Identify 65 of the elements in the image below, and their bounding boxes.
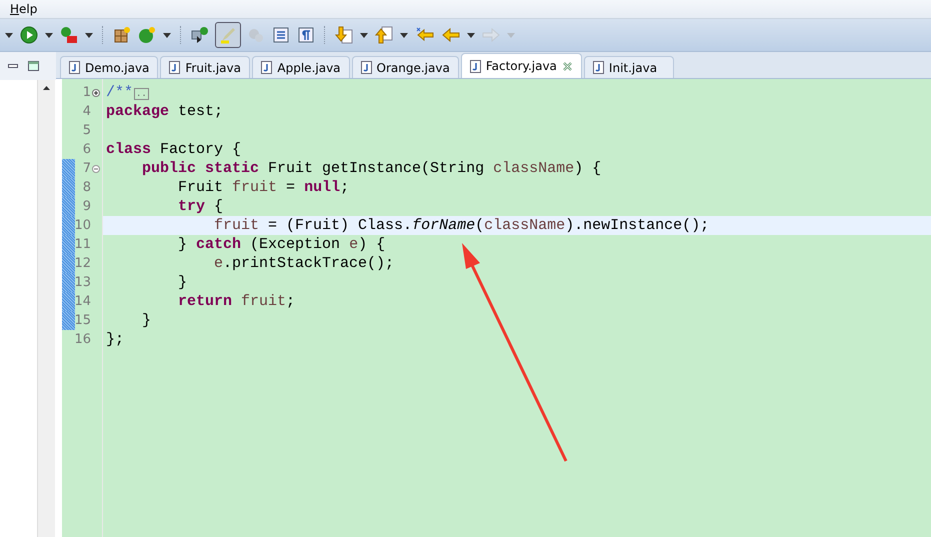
code-line: e.printStackTrace(); [213,255,394,272]
dropdown-caret-icon[interactable] [360,32,368,38]
line-number: 13 [74,275,91,290]
back-arrow-icon[interactable] [442,26,460,44]
editor-tab[interactable]: Apple.java [252,56,350,78]
editor-tab[interactable]: Demo.java [60,56,158,78]
dropdown-caret-icon[interactable] [400,32,408,38]
java-file-icon [360,61,372,74]
code-line: try { [177,198,224,215]
java-file-icon [261,61,272,74]
line-number: 8 [82,180,91,195]
code-line: } catch (Exception e) { [177,236,386,253]
dropdown-caret-icon[interactable] [163,32,171,38]
java-file-icon [592,61,604,74]
line-number: 14 [74,294,91,309]
close-icon[interactable] [562,60,573,72]
minimize-icon[interactable] [8,63,18,69]
line-number: 7 [82,161,91,176]
package-icon[interactable] [113,26,131,44]
collapse-icon[interactable] [92,164,100,172]
new-class-icon[interactable] [138,26,156,44]
up-arrow-document-icon[interactable] [375,26,393,44]
run-icon[interactable] [20,26,38,44]
menu-item[interactable]: Help [10,2,38,16]
line-number: 9 [82,199,91,214]
code-line: } [177,274,188,291]
editor-tab[interactable]: Orange.java [352,56,459,78]
line-number: 4 [82,104,91,119]
code-line: package test; [106,103,224,120]
toolbar-button[interactable] [215,22,241,48]
scroll-up-icon[interactable] [43,86,50,90]
sparkle-arrow-icon[interactable] [415,26,435,44]
code-line: public static Fruit getInstance(String className) { [141,160,602,177]
expand-icon[interactable] [92,88,100,96]
maximize-icon[interactable] [28,61,39,71]
dropdown-caret-icon[interactable] [45,32,53,38]
down-arrow-document-icon[interactable] [335,26,353,44]
line-number: 5 [82,123,91,138]
code-line: } [141,312,152,329]
line-number: 10 [74,218,91,233]
line-number: 15 [74,313,91,328]
dropdown-caret-icon[interactable] [5,32,13,38]
line-number: 6 [82,142,91,157]
code-line: fruit = (Fruit) Class.forName(className).newInstance(); [213,217,710,234]
dropdown-caret-icon[interactable] [467,32,475,38]
code-line: }; [106,331,124,348]
line-number: 11 [74,237,91,252]
pilcrow-icon[interactable] [297,26,315,44]
block-selection-icon[interactable] [272,26,290,44]
editor-tab[interactable]: Init.java [584,56,674,78]
code-line: return fruit; [177,293,296,310]
code-line: class Factory { [106,141,242,158]
java-file-icon [470,60,481,72]
toolbox-icon[interactable] [60,26,78,44]
editor-tab[interactable]: Factory.java [460,53,582,78]
editor-tab[interactable]: Fruit.java [160,56,250,78]
java-file-icon [69,61,80,74]
line-number: 16 [74,332,91,347]
line-number: 1 [82,85,91,100]
dropdown-caret-icon[interactable] [85,32,93,38]
open-type-icon[interactable] [191,26,209,44]
java-file-icon [169,61,180,74]
line-number: 12 [74,256,91,271]
code-line: /** .. [106,84,149,101]
code-line: Fruit fruit = null; [177,179,350,196]
